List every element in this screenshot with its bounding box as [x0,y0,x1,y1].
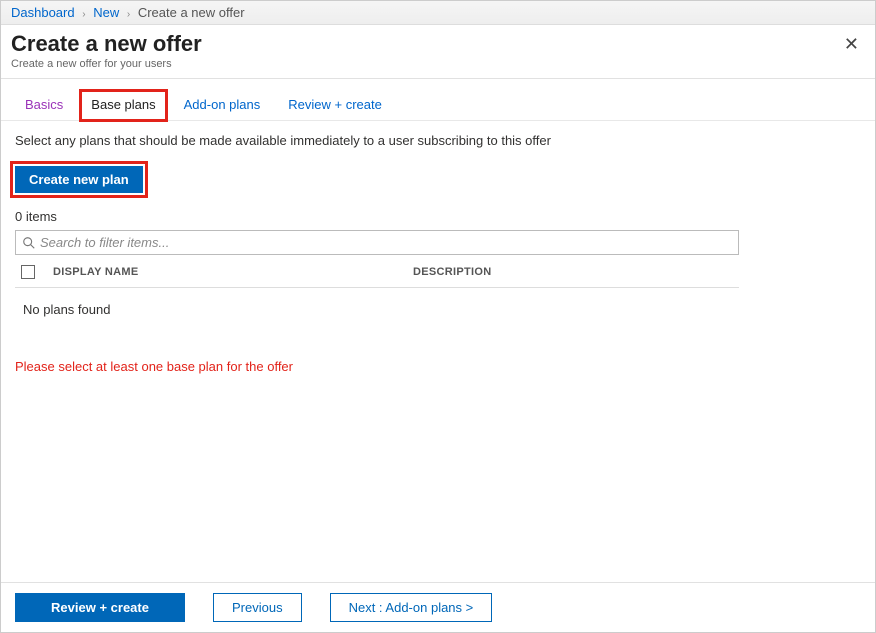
validation-error: Please select at least one base plan for… [15,359,861,374]
breadcrumb-current: Create a new offer [138,5,245,20]
create-new-plan-button[interactable]: Create new plan [15,166,143,193]
chevron-right-icon: › [127,9,130,20]
page-title: Create a new offer [11,31,202,57]
select-all-checkbox[interactable] [21,265,35,279]
breadcrumb: Dashboard › New › Create a new offer [1,1,875,25]
footer-actions: Review + create Previous Next : Add-on p… [1,582,875,632]
tab-addon-plans[interactable]: Add-on plans [174,91,271,120]
close-icon[interactable]: ✕ [838,31,865,57]
chevron-right-icon: › [82,9,85,20]
search-box[interactable] [15,230,739,255]
items-count: 0 items [15,209,861,224]
search-input[interactable] [40,235,732,250]
breadcrumb-dashboard[interactable]: Dashboard [11,5,75,20]
tab-basics[interactable]: Basics [15,91,73,120]
tabs: Basics Base plans Add-on plans Review + … [1,79,875,121]
empty-state: No plans found [15,288,861,331]
page-header: Create a new offer Create a new offer fo… [1,25,875,79]
tab-review-create[interactable]: Review + create [278,91,392,120]
table-header: DISPLAY NAME DESCRIPTION [15,255,739,288]
review-create-button[interactable]: Review + create [15,593,185,622]
page-subtitle: Create a new offer for your users [11,58,202,70]
next-button[interactable]: Next : Add-on plans > [330,593,493,622]
instruction-text: Select any plans that should be made ava… [15,133,861,148]
search-icon [22,236,36,250]
previous-button[interactable]: Previous [213,593,302,622]
tab-base-plans[interactable]: Base plans [81,91,165,120]
main-content: Select any plans that should be made ava… [1,121,875,374]
column-display-name[interactable]: DISPLAY NAME [53,266,413,278]
breadcrumb-new[interactable]: New [93,5,119,20]
column-description[interactable]: DESCRIPTION [413,266,733,278]
